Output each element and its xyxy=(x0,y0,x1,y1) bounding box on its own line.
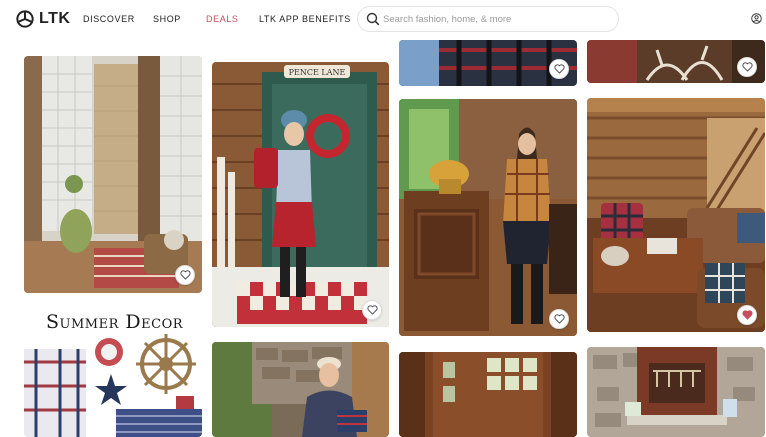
door-sign-text: PENCE LANE xyxy=(289,68,346,77)
heart-icon xyxy=(366,305,378,315)
post-tile-bathroom[interactable] xyxy=(24,56,202,293)
heart-icon xyxy=(553,314,565,324)
heart-icon xyxy=(179,270,191,280)
heart-icon xyxy=(741,62,753,72)
post-image xyxy=(399,352,577,437)
post-tile-cabin-door[interactable]: PENCE LANE xyxy=(212,62,389,327)
post-image xyxy=(399,99,577,336)
post-tile-antlers[interactable] xyxy=(587,40,765,83)
post-tile-cabin-living-room[interactable] xyxy=(587,98,765,332)
nav-app-benefits[interactable]: LTK APP BENEFITS xyxy=(259,14,351,24)
post-tile-flannel[interactable] xyxy=(399,40,577,86)
save-post-button[interactable] xyxy=(737,305,757,325)
heart-icon xyxy=(741,310,753,320)
search-bar[interactable] xyxy=(357,6,619,32)
brand-name: LTK xyxy=(39,10,71,27)
nav-deals[interactable]: DEALS xyxy=(206,14,239,24)
save-post-button[interactable] xyxy=(737,57,757,77)
heart-icon xyxy=(553,64,565,74)
nav-discover[interactable]: DISCOVER xyxy=(83,14,135,24)
save-post-button[interactable] xyxy=(549,309,569,329)
search-input[interactable] xyxy=(383,11,611,27)
ltk-logo[interactable]: LTK xyxy=(16,10,70,28)
save-post-button[interactable] xyxy=(362,300,382,320)
post-image xyxy=(587,98,765,332)
save-post-button[interactable] xyxy=(175,265,195,285)
post-image xyxy=(212,342,389,437)
post-tile-wood-door[interactable] xyxy=(399,352,577,437)
summer-decor-heading: Summer Decor xyxy=(46,311,184,333)
post-tile-plaid-bar[interactable] xyxy=(399,99,577,336)
post-image xyxy=(24,56,202,293)
post-tile-fireplace[interactable] xyxy=(587,347,765,437)
ltk-logo-icon xyxy=(16,10,34,28)
nav-shop[interactable]: SHOP xyxy=(153,14,181,24)
save-post-button[interactable] xyxy=(549,59,569,79)
post-image xyxy=(587,347,765,437)
top-nav: LTK DISCOVER SHOP DEALS LTK APP BENEFITS xyxy=(0,0,766,40)
post-tile-flag-woman[interactable] xyxy=(212,342,389,437)
post-image: PENCE LANE xyxy=(212,62,389,327)
search-icon[interactable] xyxy=(366,12,380,26)
user-icon[interactable] xyxy=(751,13,762,24)
